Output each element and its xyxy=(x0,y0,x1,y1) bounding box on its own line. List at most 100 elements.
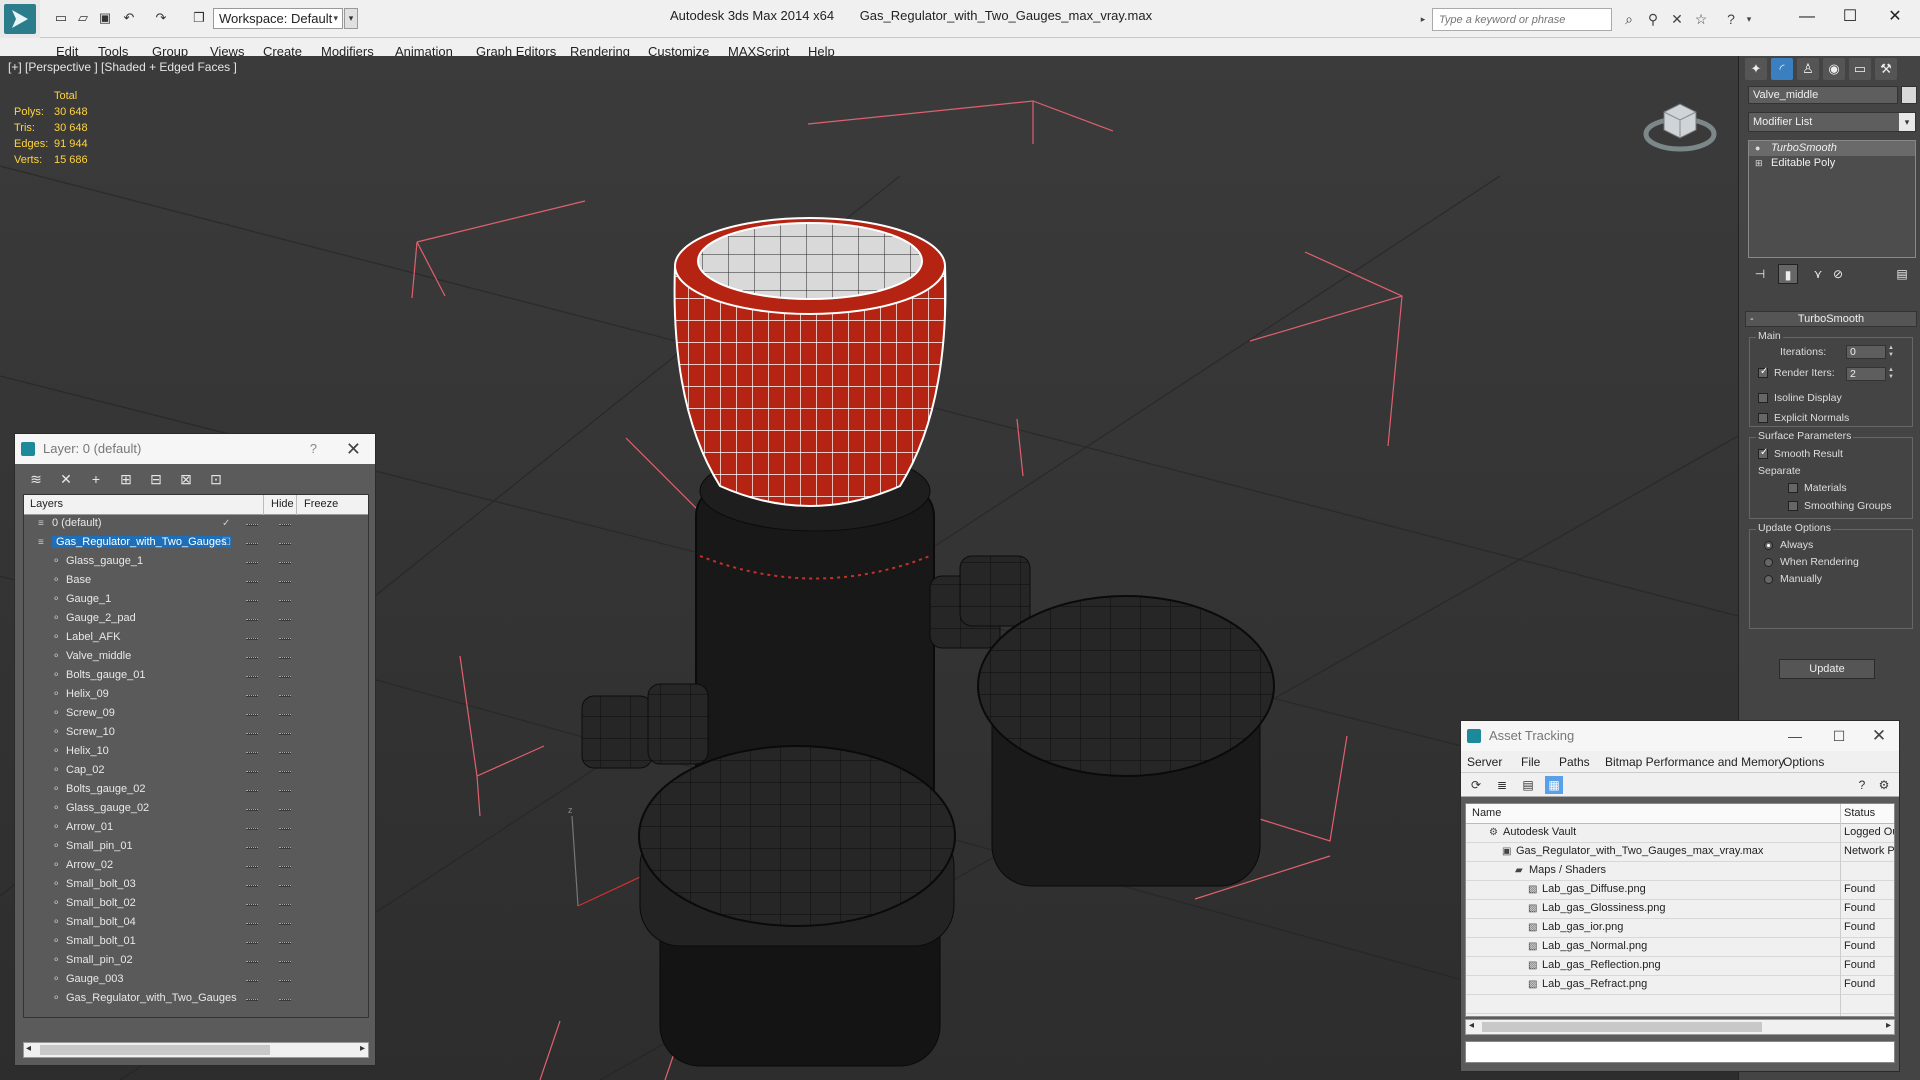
close-icon[interactable]: ✕ xyxy=(346,434,361,464)
freeze-toggle[interactable] xyxy=(279,543,291,545)
layer-row[interactable]: ⚬ Glass_gauge_02 xyxy=(24,800,368,819)
hide-toggle[interactable] xyxy=(246,828,258,830)
freeze-toggle[interactable] xyxy=(279,923,291,925)
layer-row[interactable]: ⚬ Small_bolt_04 xyxy=(24,914,368,933)
freeze-toggle[interactable] xyxy=(279,809,291,811)
asset-row[interactable]: ▧ Lab_gas_Reflection.png Found xyxy=(1466,957,1894,976)
hide-toggle[interactable] xyxy=(246,961,258,963)
delete-layer-icon[interactable]: ✕ xyxy=(57,470,75,488)
freeze-toggle[interactable] xyxy=(279,771,291,773)
layer-row[interactable]: ⚬ Base xyxy=(24,572,368,591)
search-box[interactable] xyxy=(1432,8,1612,31)
close-icon[interactable]: ✕ xyxy=(1867,721,1891,751)
layer-row[interactable]: ⚬ Helix_10 xyxy=(24,743,368,762)
freeze-toggle[interactable] xyxy=(279,942,291,944)
layer-row[interactable]: ⚬ Gas_Regulator_with_Two_Gauges xyxy=(24,990,368,1009)
hide-toggle[interactable] xyxy=(246,733,258,735)
display-tab-icon[interactable]: ▭ xyxy=(1849,58,1871,80)
configure-modifier-sets-icon[interactable]: ▤ xyxy=(1892,264,1912,284)
help-icon[interactable]: ? xyxy=(1853,776,1871,794)
iterations-spinner[interactable]: 0 xyxy=(1846,345,1886,359)
layer-row[interactable]: ⚬ Valve_middle xyxy=(24,648,368,667)
freeze-toggle[interactable] xyxy=(279,961,291,963)
asset-row[interactable]: ▣ Gas_Regulator_with_Two_Gauges_max_vray.… xyxy=(1466,843,1894,862)
maximize-icon[interactable]: ☐ xyxy=(1833,4,1867,30)
minimize-icon[interactable]: — xyxy=(1790,4,1824,30)
freeze-toggle[interactable] xyxy=(279,828,291,830)
modify-tab-icon[interactable]: ◜ xyxy=(1771,58,1793,80)
hide-all-layers-icon[interactable]: ⊡ xyxy=(207,470,225,488)
layers-stack-icon[interactable]: ≋ xyxy=(27,470,45,488)
freeze-toggle[interactable] xyxy=(279,752,291,754)
asset-menu-server[interactable]: Server xyxy=(1467,755,1502,769)
stack-item-turbosmooth[interactable]: ● TurboSmooth xyxy=(1749,141,1915,156)
asset-tracking-titlebar[interactable]: Asset Tracking — ☐ ✕ xyxy=(1461,721,1899,751)
create-tab-icon[interactable]: ✦ xyxy=(1745,58,1767,80)
undo-icon[interactable]: ↶ xyxy=(120,9,138,27)
column-hide[interactable]: Hide xyxy=(271,498,294,510)
hide-toggle[interactable] xyxy=(246,600,258,602)
minimize-icon[interactable]: — xyxy=(1783,721,1807,751)
communication-icon[interactable]: ✕ xyxy=(1668,10,1686,28)
hide-toggle[interactable] xyxy=(246,809,258,811)
isoline-display-checkbox[interactable] xyxy=(1758,393,1768,403)
freeze-toggle[interactable] xyxy=(279,600,291,602)
freeze-toggle[interactable] xyxy=(279,676,291,678)
freeze-toggle[interactable] xyxy=(279,562,291,564)
layer-row[interactable]: ⚬ Gauge_2_pad xyxy=(24,610,368,629)
hide-toggle[interactable] xyxy=(246,524,258,526)
scroll-left-icon[interactable]: ◂ xyxy=(26,1043,31,1054)
asset-menu-paths[interactable]: Paths xyxy=(1559,755,1590,769)
freeze-toggle[interactable] xyxy=(279,790,291,792)
hide-toggle[interactable] xyxy=(246,904,258,906)
hide-toggle[interactable] xyxy=(246,562,258,564)
hide-toggle[interactable] xyxy=(246,847,258,849)
asset-row[interactable]: ▧ Lab_gas_ior.png Found xyxy=(1466,919,1894,938)
select-layer-objects-icon[interactable]: ⊟ xyxy=(147,470,165,488)
asset-path-field[interactable] xyxy=(1465,1041,1895,1063)
hide-toggle[interactable] xyxy=(246,619,258,621)
hide-toggle[interactable] xyxy=(246,790,258,792)
viewport-label[interactable]: [+] [Perspective ] [Shaded + Edged Faces… xyxy=(8,60,237,74)
pin-stack-icon[interactable]: ⊣ xyxy=(1750,264,1770,284)
subscription-icon[interactable]: ⚲ xyxy=(1644,10,1662,28)
asset-menu-file[interactable]: File xyxy=(1521,755,1540,769)
current-layer-check-icon[interactable]: ✓ xyxy=(222,518,233,529)
freeze-toggle[interactable] xyxy=(279,638,291,640)
layer-row[interactable]: ⚬ Small_bolt_01 xyxy=(24,933,368,952)
help-dropdown-icon[interactable]: ▾ xyxy=(1740,10,1758,28)
asset-menu-options[interactable]: Options xyxy=(1783,755,1824,769)
search-input[interactable] xyxy=(1433,9,1611,30)
remove-modifier-icon[interactable]: ⊘ xyxy=(1828,264,1848,284)
freeze-toggle[interactable] xyxy=(279,524,291,526)
save-file-icon[interactable]: ▣ xyxy=(96,9,114,27)
layer-row[interactable]: ⚬ Bolts_gauge_01 xyxy=(24,667,368,686)
hide-toggle[interactable] xyxy=(246,695,258,697)
scroll-right-icon[interactable]: ▸ xyxy=(1886,1020,1891,1031)
collapse-icon[interactable]: - xyxy=(1750,312,1754,326)
layer-row[interactable]: ⚬ Helix_09 xyxy=(24,686,368,705)
asset-row[interactable]: ▧ Lab_gas_Diffuse.png Found xyxy=(1466,881,1894,900)
spinner-arrows-icon[interactable]: ▲ ▼ xyxy=(1888,345,1896,359)
freeze-toggle[interactable] xyxy=(279,657,291,659)
asset-row[interactable]: ▧ Lab_gas_Refract.png Found xyxy=(1466,976,1894,995)
manually-radio[interactable] xyxy=(1764,575,1773,584)
column-layers[interactable]: Layers xyxy=(30,498,63,510)
smoothing-groups-checkbox[interactable] xyxy=(1788,501,1798,511)
open-file-icon[interactable]: ▱ xyxy=(74,9,92,27)
layer-row[interactable]: ⚬ Small_pin_01 xyxy=(24,838,368,857)
update-button[interactable]: Update xyxy=(1779,659,1875,679)
maximize-icon[interactable]: ☐ xyxy=(1827,721,1851,751)
freeze-toggle[interactable] xyxy=(279,904,291,906)
hide-toggle[interactable] xyxy=(246,581,258,583)
hierarchy-tab-icon[interactable]: ♙ xyxy=(1797,58,1819,80)
freeze-toggle[interactable] xyxy=(279,847,291,849)
list-view-icon[interactable]: ≣ xyxy=(1493,776,1511,794)
column-status[interactable]: Status xyxy=(1844,807,1875,819)
utilities-tab-icon[interactable]: ⚒ xyxy=(1875,58,1897,80)
add-to-layer-icon[interactable]: ⊞ xyxy=(117,470,135,488)
layer-row[interactable]: ≡ 0 (default) ✓ xyxy=(24,515,368,534)
layer-row[interactable]: ⚬ Bolts_gauge_02 xyxy=(24,781,368,800)
scroll-left-icon[interactable]: ◂ xyxy=(1469,1020,1474,1031)
hide-toggle[interactable] xyxy=(246,543,258,545)
